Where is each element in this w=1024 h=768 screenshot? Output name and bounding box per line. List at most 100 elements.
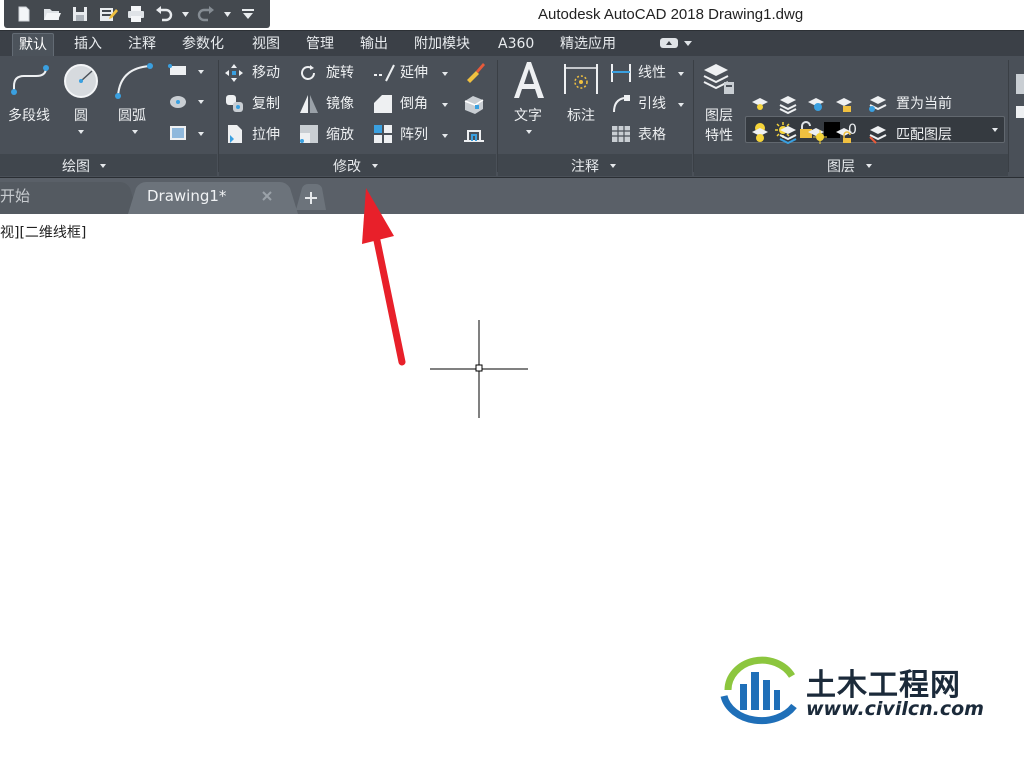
layer-on-icon[interactable]: [750, 124, 770, 144]
mirror-icon[interactable]: [298, 93, 320, 115]
polyline-icon[interactable]: [10, 64, 52, 100]
chevron-down-icon[interactable]: [684, 40, 692, 46]
stretch-icon[interactable]: [224, 123, 246, 145]
arc-dropdown-icon[interactable]: [132, 130, 138, 134]
open-icon[interactable]: [40, 2, 64, 26]
block-panel-icon[interactable]: [1014, 72, 1024, 122]
layer-unlock-icon[interactable]: [834, 124, 856, 144]
tab-parametric[interactable]: 参数化: [176, 33, 230, 57]
rectangle-dropdown-icon[interactable]: [198, 70, 204, 74]
layers-panel-title[interactable]: 图层: [827, 156, 855, 176]
text-label[interactable]: 文字: [514, 108, 542, 124]
move-icon[interactable]: [224, 63, 244, 83]
customize-icon[interactable]: [236, 2, 260, 26]
mirror-label[interactable]: 镜像: [326, 96, 354, 112]
modify-panel-title[interactable]: 修改: [333, 156, 361, 176]
layer-isolate-icon[interactable]: [778, 94, 798, 114]
hatch-icon[interactable]: [168, 94, 190, 110]
ribbon-display-toggle[interactable]: [660, 38, 692, 48]
explode-icon[interactable]: [462, 93, 486, 115]
leader-dropdown-icon[interactable]: [678, 103, 684, 107]
draw-panel-title-bar[interactable]: [0, 154, 217, 176]
layers-panel-expand-icon[interactable]: [866, 164, 872, 168]
leader-icon[interactable]: [610, 92, 632, 114]
circle-icon[interactable]: [62, 62, 100, 100]
minimize-ribbon-icon[interactable]: [660, 38, 678, 48]
linear-dimension-icon[interactable]: [610, 62, 632, 84]
layer-thaw-icon[interactable]: [806, 124, 828, 144]
erase-icon[interactable]: [464, 61, 486, 83]
offset-icon[interactable]: [462, 123, 486, 145]
rectangle-icon[interactable]: [168, 64, 190, 78]
annotation-panel-expand-icon[interactable]: [610, 164, 616, 168]
redo-dropdown-icon[interactable]: [222, 2, 232, 26]
layer-properties-label-line1[interactable]: 图层: [705, 108, 733, 124]
tab-addins[interactable]: 附加模块: [408, 33, 476, 57]
array-label[interactable]: 阵列: [400, 127, 428, 143]
layer-dropdown-chevron-icon[interactable]: [992, 128, 998, 132]
polyline-label[interactable]: 多段线: [8, 108, 50, 124]
tab-drawing1[interactable]: Drawing1*: [147, 182, 226, 210]
redo-icon[interactable]: [194, 2, 218, 26]
fillet-dropdown-icon[interactable]: [442, 103, 448, 107]
text-dropdown-icon[interactable]: [526, 130, 532, 134]
dimension-icon[interactable]: [562, 60, 600, 98]
scale-icon[interactable]: [298, 123, 320, 145]
tab-start[interactable]: 开始: [0, 182, 120, 210]
draw-panel-expand-icon[interactable]: [100, 164, 106, 168]
layer-unisolate-icon[interactable]: [778, 124, 798, 144]
tab-featured-apps[interactable]: 精选应用: [554, 33, 622, 57]
undo-icon[interactable]: [152, 2, 176, 26]
match-layer-icon[interactable]: [868, 124, 888, 144]
fillet-label[interactable]: 倒角: [400, 96, 428, 112]
boundary-dropdown-icon[interactable]: [198, 132, 204, 136]
modify-panel-expand-icon[interactable]: [372, 164, 378, 168]
linear-dropdown-icon[interactable]: [678, 72, 684, 76]
layer-lock-icon[interactable]: [834, 94, 854, 114]
tab-insert[interactable]: 插入: [68, 33, 108, 57]
layer-properties-icon[interactable]: [702, 60, 736, 96]
boundary-icon[interactable]: [168, 124, 190, 142]
tab-annotate[interactable]: 注释: [122, 33, 162, 57]
leader-label[interactable]: 引线: [638, 96, 666, 112]
hatch-dropdown-icon[interactable]: [198, 100, 204, 104]
circle-label[interactable]: 圆: [74, 108, 88, 124]
save-icon[interactable]: [68, 2, 92, 26]
viewport-label[interactable]: 视][二维线框]: [0, 222, 86, 242]
annotation-panel-title[interactable]: 注释: [571, 156, 599, 176]
table-icon[interactable]: [610, 123, 632, 145]
undo-dropdown-icon[interactable]: [180, 2, 190, 26]
scale-label[interactable]: 缩放: [326, 127, 354, 143]
fillet-icon[interactable]: [372, 93, 394, 115]
plot-icon[interactable]: [124, 2, 148, 26]
array-icon[interactable]: [372, 123, 394, 145]
layer-properties-label-line2[interactable]: 特性: [705, 128, 733, 144]
rotate-icon[interactable]: [298, 63, 318, 83]
make-current-label[interactable]: 置为当前: [896, 96, 952, 112]
save-as-icon[interactable]: [96, 2, 120, 26]
copy-label[interactable]: 复制: [252, 96, 280, 112]
trim-label[interactable]: 延伸: [400, 65, 428, 81]
table-label[interactable]: 表格: [638, 127, 666, 143]
copy-icon[interactable]: [224, 93, 246, 115]
linear-label[interactable]: 线性: [638, 65, 666, 81]
make-current-icon[interactable]: [868, 94, 888, 114]
new-tab-button[interactable]: [296, 184, 326, 210]
draw-panel-title[interactable]: 绘图: [62, 156, 90, 176]
new-icon[interactable]: [12, 2, 36, 26]
stretch-label[interactable]: 拉伸: [252, 127, 280, 143]
circle-dropdown-icon[interactable]: [78, 130, 84, 134]
trim-icon[interactable]: [372, 63, 396, 83]
tab-output[interactable]: 输出: [354, 33, 394, 57]
layer-off-icon[interactable]: [750, 94, 770, 114]
arc-icon[interactable]: [114, 62, 154, 100]
array-dropdown-icon[interactable]: [442, 134, 448, 138]
arc-label[interactable]: 圆弧: [118, 108, 146, 124]
tab-default[interactable]: 默认: [12, 33, 54, 57]
dimension-label[interactable]: 标注: [567, 108, 595, 124]
match-layer-label[interactable]: 匹配图层: [896, 127, 952, 143]
rotate-label[interactable]: 旋转: [326, 65, 354, 81]
tab-manage[interactable]: 管理: [300, 33, 340, 57]
tab-view[interactable]: 视图: [246, 33, 286, 57]
close-icon[interactable]: [262, 191, 272, 201]
